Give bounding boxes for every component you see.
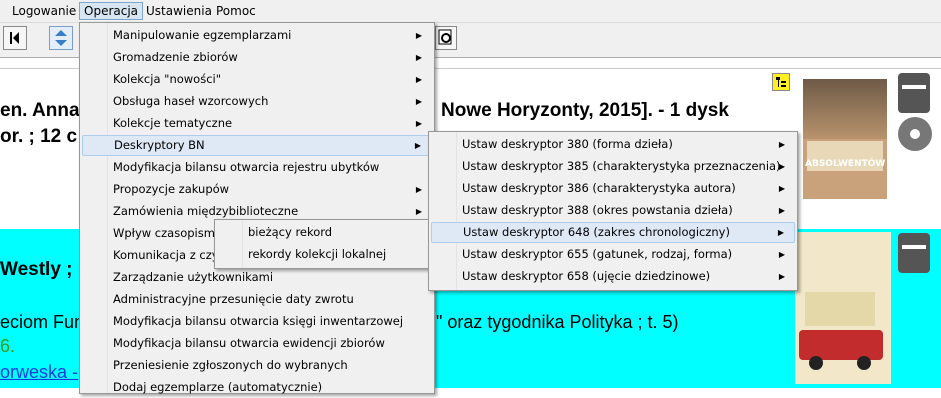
menu-item-label: Przeniesienie zgłoszonych do wybranych xyxy=(113,358,348,372)
submenu-arrow-icon: ▶ xyxy=(415,97,422,106)
first-record-button[interactable] xyxy=(3,26,27,50)
operacja-menu-item[interactable]: Modyfikacja bilansu otwarcia ewidencji z… xyxy=(82,333,432,354)
menu-item-label: Ustaw deskryptor 655 (gatunek, rodzaj, f… xyxy=(462,247,733,261)
menu-item-label: Dodaj egzemplarze (automatycznie) xyxy=(113,380,323,394)
tree-view-icon[interactable] xyxy=(772,73,790,91)
operacja-menu-item[interactable]: Gromadzenie zbiorów ▶ xyxy=(82,47,432,68)
record-series-fragment: eciom Fun xyxy=(0,312,85,332)
submenu-arrow-icon: ▶ xyxy=(414,141,421,150)
menu-item-label: Deskryptory BN xyxy=(114,138,205,152)
wplyw-submenu: bieżący rekord rekordy kolekcji lokalnej xyxy=(214,219,431,269)
menu-bar: Logowanie Operacja Ustawienia Pomoc xyxy=(0,0,941,23)
deskryptor-menu-item[interactable]: Ustaw deskryptor 380 (forma dzieła) ▶ xyxy=(431,134,795,155)
record-subject-link[interactable]: orweska - xyxy=(0,362,78,383)
menu-item-label: Kolekcje tematyczne xyxy=(113,116,233,130)
menu-item-label: Ustaw deskryptor 658 (ujęcie dziedzinowe… xyxy=(462,269,711,283)
record-title-fragment: en. Anna xyxy=(0,100,80,121)
current-record-item[interactable]: bieżący rekord xyxy=(217,222,428,243)
print-preview-button[interactable] xyxy=(435,26,457,50)
disc-icon xyxy=(898,117,932,151)
cover-image-2 xyxy=(795,232,891,384)
deskryptor-menu-item[interactable]: Ustaw deskryptor 388 (okres powstania dz… xyxy=(431,200,795,221)
operacja-menu-item[interactable]: Kolekcje tematyczne ▶ xyxy=(82,113,432,134)
record-publisher-fragment: Nowe Horyzonty, 2015]. - 1 dysk xyxy=(441,100,729,121)
menu-pomoc[interactable]: Pomoc xyxy=(212,3,260,19)
submenu-arrow-icon: ▶ xyxy=(415,53,422,62)
submenu-arrow-icon: ▶ xyxy=(778,250,785,259)
submenu-arrow-icon: ▶ xyxy=(778,272,785,281)
record-author-fragment: Westly ; p xyxy=(0,259,90,280)
deskryptor-menu-item[interactable]: Ustaw deskryptor 655 (gatunek, rodzaj, f… xyxy=(431,244,795,265)
submenu-arrow-icon: ▶ xyxy=(778,206,785,215)
operacja-menu-item[interactable]: Propozycje zakupów ▶ xyxy=(82,179,432,200)
menu-logowanie[interactable]: Logowanie xyxy=(8,3,80,19)
sort-button[interactable] xyxy=(49,26,73,50)
record-format-fragment: or. ; 12 c xyxy=(0,126,78,147)
operacja-menu-item[interactable]: Modyfikacja bilansu otwarcia księgi inwe… xyxy=(82,311,432,332)
menu-item-label: Wpływ czasopism xyxy=(113,226,215,240)
operacja-menu-item[interactable]: Zarządzanie użytkownikami xyxy=(82,267,432,288)
submenu-arrow-icon: ▶ xyxy=(415,185,422,194)
menu-item-label: Zamówienia międzybiblioteczne xyxy=(113,204,299,218)
search-document-icon xyxy=(438,29,452,45)
book-icon-2 xyxy=(898,233,930,273)
submenu-arrow-icon: ▶ xyxy=(415,119,422,128)
cover-image: ABSOLWENTÓW xyxy=(803,79,887,199)
operacja-menu-item[interactable]: Deskryptory BN ▶ xyxy=(82,135,432,156)
operacja-menu-item[interactable]: Modyfikacja bilansu otwarcia rejestru ub… xyxy=(82,157,432,178)
deskryptor-menu-item[interactable]: Ustaw deskryptor 658 (ujęcie dziedzinowe… xyxy=(431,266,795,287)
book-icon xyxy=(898,73,930,113)
deskryptory-submenu: Ustaw deskryptor 380 (forma dzieła) ▶ Usta… xyxy=(428,131,798,291)
operacja-menu-item[interactable]: Administracyjne przesunięcie daty zwrotu xyxy=(82,289,432,310)
operacja-dropdown: Manipulowanie egzemplarzami ▶ Gromadzenie … xyxy=(79,22,435,394)
menu-item-label: Komunikacja z czyt xyxy=(113,248,224,262)
submenu-arrow-icon: ▶ xyxy=(415,31,422,40)
menu-ustawienia[interactable]: Ustawienia xyxy=(142,3,216,19)
menu-item-label: Zarządzanie użytkownikami xyxy=(113,270,274,284)
operacja-menu-item[interactable]: Kolekcja "nowości" ▶ xyxy=(82,69,432,90)
menu-item-label: Manipulowanie egzemplarzami xyxy=(113,28,292,42)
menu-operacja[interactable]: Operacja xyxy=(79,2,144,20)
deskryptor-menu-item[interactable]: Ustaw deskryptor 385 (charakterystyka pr… xyxy=(431,156,795,177)
up-down-arrows-icon xyxy=(55,30,67,46)
record-number: 6. xyxy=(0,336,16,356)
operacja-menu-item[interactable]: Manipulowanie egzemplarzami ▶ xyxy=(82,25,432,46)
menu-item-label: Modyfikacja bilansu otwarcia księgi inwe… xyxy=(113,314,404,328)
menu-item-label: Ustaw deskryptor 385 (charakterystyka pr… xyxy=(462,159,781,173)
menu-item-label: Ustaw deskryptor 386 (charakterystyka au… xyxy=(462,181,736,195)
submenu-arrow-icon: ▶ xyxy=(778,162,785,171)
submenu-arrow-icon: ▶ xyxy=(777,228,784,237)
operacja-menu-item[interactable]: Przeniesienie zgłoszonych do wybranych xyxy=(82,355,432,376)
deskryptor-menu-item[interactable]: Ustaw deskryptor 386 (charakterystyka au… xyxy=(431,178,795,199)
first-record-icon xyxy=(10,32,19,44)
cover-title: ABSOLWENTÓW xyxy=(805,159,886,169)
submenu-arrow-icon: ▶ xyxy=(778,184,785,193)
submenu-arrow-icon: ▶ xyxy=(415,75,422,84)
menu-item-label: Obsługa haseł wzorcowych xyxy=(113,94,269,108)
submenu-arrow-icon: ▶ xyxy=(778,140,785,149)
menu-item-label: Modyfikacja bilansu otwarcia rejestru ub… xyxy=(113,160,380,174)
menu-item-label: Administracyjne przesunięcie daty zwrotu xyxy=(113,292,354,306)
menu-item-label: Kolekcja "nowości" xyxy=(113,72,222,86)
local-collection-records-item[interactable]: rekordy kolekcji lokalnej xyxy=(217,244,428,265)
menu-item-label: Ustaw deskryptor 380 (forma dzieła) xyxy=(462,137,673,151)
menu-item-label: Ustaw deskryptor 648 (zakres chronologic… xyxy=(463,225,730,239)
menu-item-label: Gromadzenie zbiorów xyxy=(113,50,238,64)
record-series-name: " oraz tygodnika Polityka ; t. 5) xyxy=(436,312,679,332)
deskryptor-menu-item[interactable]: Ustaw deskryptor 648 (zakres chronologic… xyxy=(431,222,795,243)
menu-item-label: Modyfikacja bilansu otwarcia ewidencji z… xyxy=(113,336,385,350)
menu-item-label: Ustaw deskryptor 388 (okres powstania dz… xyxy=(462,203,733,217)
operacja-menu-item[interactable]: Obsługa haseł wzorcowych ▶ xyxy=(82,91,432,112)
menu-item-label: Propozycje zakupów xyxy=(113,182,230,196)
